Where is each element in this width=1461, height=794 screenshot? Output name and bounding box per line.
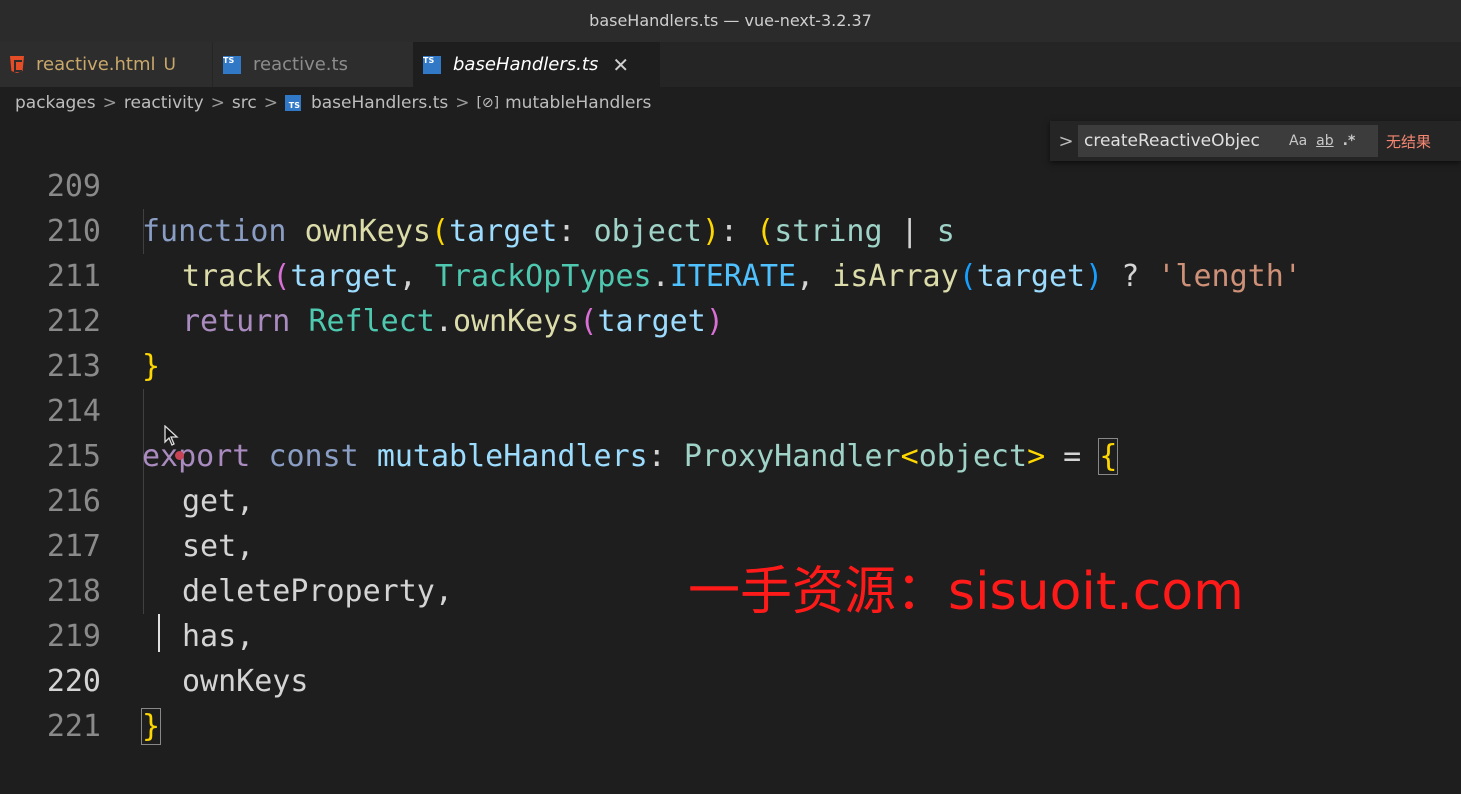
chevron-right-icon: >: [263, 93, 278, 113]
text-cursor: [158, 614, 160, 652]
code-line: 210 track(target, TrackOpTypes.ITERATE, …: [0, 164, 1461, 294]
typescript-file-icon: TS: [223, 55, 241, 74]
breakpoint-dot-icon: [175, 451, 184, 460]
toggle-replace-chevron-icon[interactable]: >: [1054, 131, 1078, 152]
find-input[interactable]: createReactiveObjec Aa ab .*: [1078, 125, 1378, 157]
watermark: 一手资源：sisuoit.com: [688, 562, 1244, 622]
tab-label: baseHandlers.ts: [453, 54, 599, 75]
chevron-right-icon: >: [102, 93, 117, 113]
whole-word-toggle[interactable]: ab: [1316, 133, 1333, 149]
window-title: baseHandlers.ts — vue-next-3.2.37: [0, 0, 1461, 43]
breadcrumb: packages > reactivity > src > TS baseHan…: [0, 87, 1461, 119]
find-widget: > createReactiveObjec Aa ab .* 无结果: [1050, 121, 1461, 161]
code-line: 213: [0, 299, 1461, 384]
match-case-toggle[interactable]: Aa: [1289, 133, 1307, 149]
find-result-count: 无结果: [1386, 132, 1432, 151]
tab-bar: reactive.html U TS reactive.ts TS baseHa…: [0, 42, 1461, 87]
code-line: 215 get,: [0, 389, 1461, 519]
tab-basehandlers-ts[interactable]: TS baseHandlers.ts ✕: [413, 42, 660, 87]
html-file-icon: [10, 56, 24, 73]
breadcrumb-basehandlers[interactable]: baseHandlers.ts: [311, 93, 448, 113]
breadcrumb-reactivity[interactable]: reactivity: [124, 93, 204, 113]
regex-toggle[interactable]: .*: [1343, 133, 1356, 149]
chevron-right-icon: >: [210, 93, 225, 113]
breadcrumb-src[interactable]: src: [232, 93, 257, 113]
code-line: 212 }: [0, 254, 1461, 384]
matching-bracket: }: [140, 708, 162, 745]
code-line: 214 export const mutableHandlers: ProxyH…: [0, 344, 1461, 475]
code-text: }: [140, 704, 162, 749]
mouse-pointer-icon: [164, 425, 179, 446]
tab-reactive-ts[interactable]: TS reactive.ts: [212, 42, 413, 87]
breadcrumb-packages[interactable]: packages: [15, 93, 96, 113]
code-line: 216 set,: [0, 434, 1461, 564]
code-line: 211 return Reflect.ownKeys(target): [0, 209, 1461, 339]
tab-reactive-html[interactable]: reactive.html U: [0, 42, 212, 87]
tab-label: reactive.ts: [253, 54, 348, 75]
code-line: 221: [0, 659, 1461, 744]
code-line: 217 deleteProperty,: [0, 479, 1461, 609]
typescript-file-icon: TS: [423, 55, 441, 74]
typescript-file-icon: TS: [284, 95, 301, 111]
untracked-badge: U: [163, 54, 176, 75]
chevron-right-icon: >: [455, 93, 470, 113]
breadcrumb-mutablehandlers[interactable]: mutableHandlers: [505, 93, 651, 113]
tab-label: reactive.html: [36, 54, 156, 75]
find-query: createReactiveObjec: [1084, 131, 1260, 151]
close-icon[interactable]: ✕: [612, 53, 629, 77]
line-number: 221: [46, 709, 101, 744]
variable-symbol-icon: [⊘]: [476, 95, 500, 111]
